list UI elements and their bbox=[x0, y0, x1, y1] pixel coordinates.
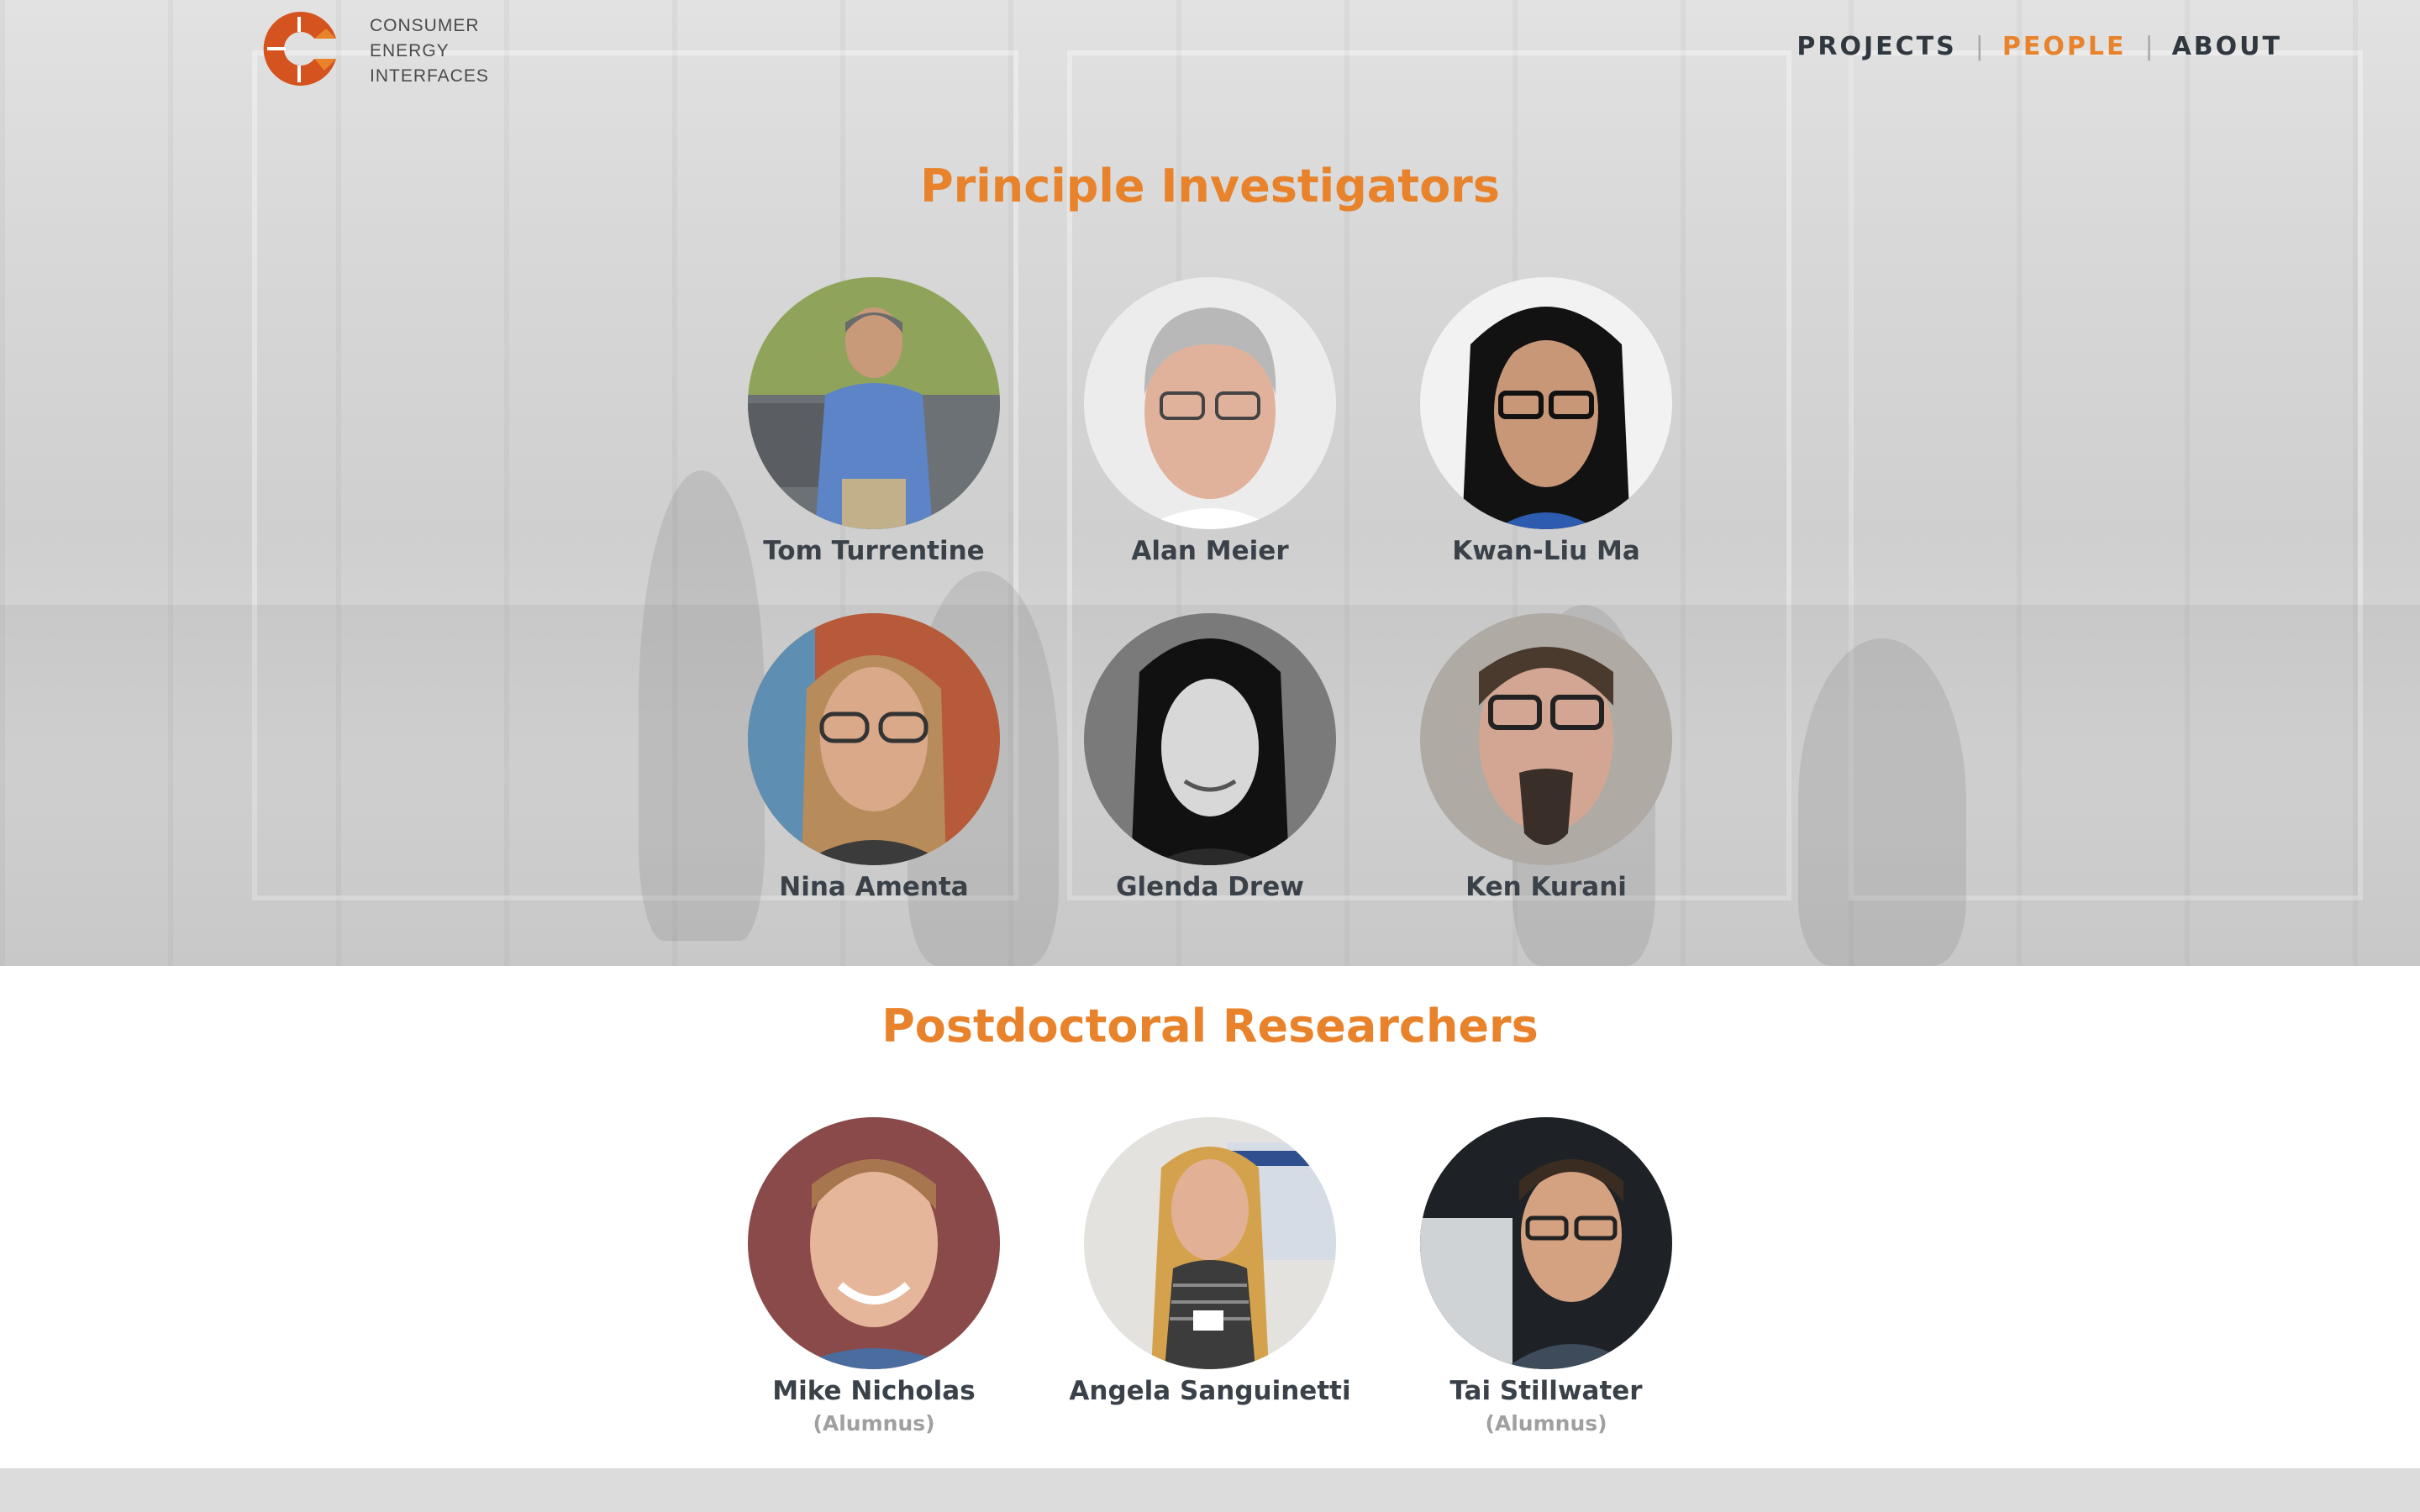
main-nav: PROJECTS | PEOPLE | ABOUT bbox=[1797, 32, 2282, 61]
avatar[interactable] bbox=[1420, 613, 1672, 865]
avatar[interactable] bbox=[1084, 277, 1336, 529]
nav-about[interactable]: ABOUT bbox=[2172, 32, 2282, 61]
person-name: Nina Amenta bbox=[779, 872, 969, 902]
person-name: Tom Turrentine bbox=[763, 536, 985, 566]
nav-separator: | bbox=[1975, 32, 1984, 61]
person-card[interactable]: Nina Amenta bbox=[706, 613, 1042, 902]
nav-separator: | bbox=[2144, 32, 2154, 61]
person-name: Mike Nicholas bbox=[772, 1376, 976, 1406]
person-card[interactable]: Tom Turrentine bbox=[706, 277, 1042, 566]
person-card[interactable]: Ken Kurani bbox=[1378, 613, 1714, 902]
person-name: Angela Sanguinetti bbox=[1069, 1376, 1351, 1406]
footer-band bbox=[0, 1468, 2420, 1512]
person-name: Glenda Drew bbox=[1116, 872, 1304, 902]
person-name: Alan Meier bbox=[1131, 536, 1289, 566]
person-card[interactable]: Mike Nicholas (Alumnus) bbox=[706, 1117, 1042, 1436]
person-status: (Alumnus) bbox=[1485, 1411, 1607, 1436]
person-card[interactable]: Alan Meier bbox=[1042, 277, 1378, 566]
person-name: Ken Kurani bbox=[1465, 872, 1627, 902]
avatar[interactable] bbox=[1420, 277, 1672, 529]
person-card[interactable]: Glenda Drew bbox=[1042, 613, 1378, 902]
avatar[interactable] bbox=[748, 277, 1000, 529]
background-figure bbox=[1798, 638, 1966, 966]
avatar[interactable] bbox=[748, 613, 1000, 865]
person-name: Tai Stillwater bbox=[1449, 1376, 1643, 1406]
section-title-pi: Principle Investigators bbox=[920, 160, 1500, 213]
nav-projects[interactable]: PROJECTS bbox=[1797, 32, 1956, 61]
avatar[interactable] bbox=[1420, 1117, 1672, 1369]
section-title-postdoc: Postdoctoral Researchers bbox=[881, 1000, 1539, 1053]
logo-line: CONSUMER bbox=[370, 16, 480, 35]
person-name: Kwan-Liu Ma bbox=[1452, 536, 1640, 566]
logo-line: INTERFACES bbox=[370, 66, 489, 86]
person-status: (Alumnus) bbox=[813, 1411, 935, 1436]
avatar[interactable] bbox=[1084, 613, 1336, 865]
logo-icon[interactable] bbox=[259, 8, 339, 89]
avatar[interactable] bbox=[1084, 1117, 1336, 1369]
logo-wordmark[interactable]: CONSUMER ENERGY INTERFACES bbox=[370, 13, 489, 89]
person-card[interactable]: Tai Stillwater (Alumnus) bbox=[1378, 1117, 1714, 1436]
logo-line: ENERGY bbox=[370, 41, 450, 60]
person-card[interactable]: Angela Sanguinetti bbox=[1042, 1117, 1378, 1411]
nav-people[interactable]: PEOPLE bbox=[2002, 32, 2127, 61]
avatar[interactable] bbox=[748, 1117, 1000, 1369]
person-card[interactable]: Kwan-Liu Ma bbox=[1378, 277, 1714, 566]
